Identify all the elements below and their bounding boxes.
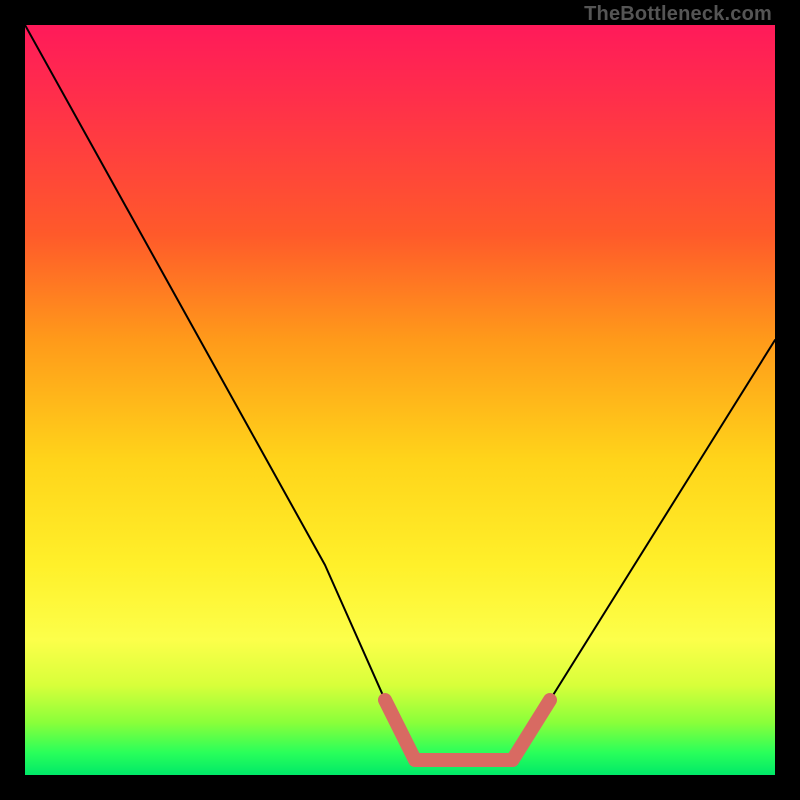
optimal-zone-highlight xyxy=(385,700,550,760)
watermark-label: TheBottleneck.com xyxy=(584,3,772,26)
chart-frame: TheBottleneck.com xyxy=(0,0,800,800)
plot-area xyxy=(25,25,775,775)
chart-overlay xyxy=(25,25,775,775)
bottleneck-curve-line xyxy=(25,25,775,760)
